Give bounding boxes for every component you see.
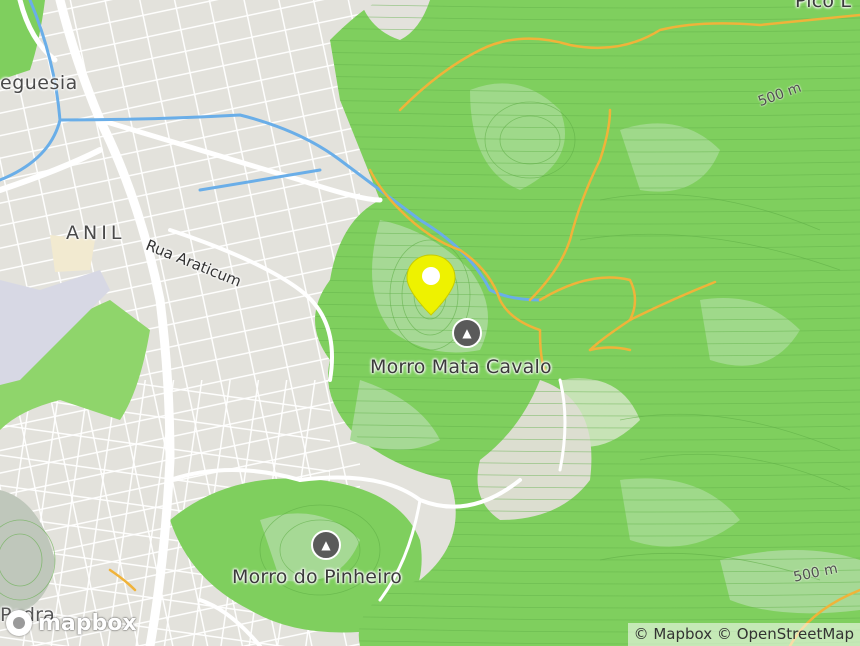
map-canvas xyxy=(0,0,860,646)
freguesia-label: eguesia xyxy=(0,72,78,94)
morro-do-pinheiro-label: Morro do Pinheiro xyxy=(232,566,403,588)
mapbox-logo-icon xyxy=(6,610,32,636)
mapbox-attribution-link[interactable]: © Mapbox xyxy=(634,625,713,643)
anil-label: ANIL xyxy=(66,222,126,244)
pico-label: Pico L xyxy=(795,0,852,12)
mapbox-logo-text: mapbox xyxy=(38,610,137,636)
morro-mata-cavalo-label: Morro Mata Cavalo xyxy=(370,356,552,378)
map-attribution: © Mapbox © OpenStreetMap xyxy=(627,623,860,646)
osm-attribution-link[interactable]: © OpenStreetMap xyxy=(717,625,854,643)
mountain-peak-icon[interactable]: ▲ xyxy=(452,318,482,348)
location-pin-icon[interactable] xyxy=(403,252,459,318)
mapbox-logo[interactable]: mapbox xyxy=(6,610,137,636)
map-view[interactable]: eguesia ANIL Rua Araticum Morro Mata Cav… xyxy=(0,0,860,646)
mountain-peak-icon[interactable]: ▲ xyxy=(311,530,341,560)
